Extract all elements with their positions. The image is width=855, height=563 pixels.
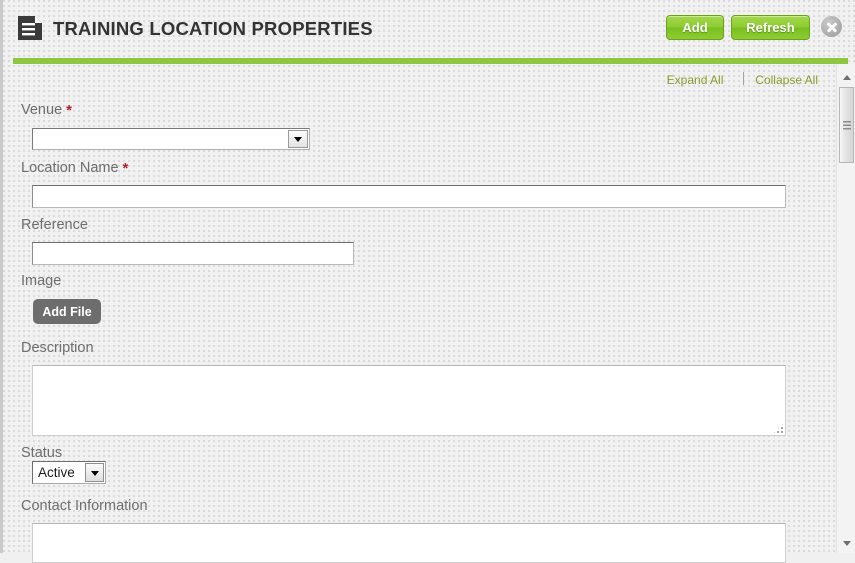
expand-collapse-toolbar: Expand All Collapse All — [3, 71, 836, 91]
reference-input[interactable] — [32, 242, 354, 265]
page-title: TRAINING LOCATION PROPERTIES — [53, 18, 373, 39]
add-file-button[interactable]: Add File — [33, 299, 101, 324]
close-icon[interactable] — [821, 16, 842, 37]
location-name-label: Location Name * — [21, 160, 129, 177]
refresh-button[interactable]: Refresh — [731, 15, 810, 40]
window-header: TRAINING LOCATION PROPERTIES Add Refresh — [3, 0, 855, 55]
contact-information-textarea[interactable] — [32, 523, 786, 563]
add-button[interactable]: Add — [666, 15, 724, 40]
collapse-all-link[interactable]: Collapse All — [755, 73, 818, 87]
contact-information-label: Contact Information — [21, 498, 148, 514]
location-name-input[interactable] — [32, 185, 786, 208]
required-marker: * — [122, 160, 129, 177]
document-icon — [18, 16, 42, 40]
scroll-thumb[interactable] — [839, 87, 854, 163]
chevron-down-icon[interactable] — [85, 463, 104, 482]
vertical-scrollbar[interactable] — [836, 64, 855, 553]
training-location-properties-window: TRAINING LOCATION PROPERTIES Add Refresh… — [0, 0, 855, 563]
status-select-value: Active — [38, 465, 75, 480]
status-select[interactable]: Active — [32, 461, 106, 484]
arrow-up-icon[interactable] — [838, 68, 855, 85]
toolbar-divider — [742, 72, 744, 86]
venue-input[interactable] — [33, 129, 287, 149]
image-label: Image — [21, 273, 62, 289]
status-label: Status — [21, 445, 63, 461]
accent-divider — [13, 58, 848, 64]
arrow-down-icon[interactable] — [838, 534, 855, 551]
description-textarea[interactable] — [32, 365, 786, 436]
venue-label: Venue * — [21, 102, 72, 119]
description-label: Description — [21, 340, 94, 356]
expand-all-link[interactable]: Expand All — [667, 73, 724, 87]
reference-label: Reference — [21, 217, 88, 233]
venue-combobox[interactable] — [32, 128, 310, 150]
chevron-down-icon[interactable] — [288, 130, 308, 148]
required-marker: * — [66, 102, 72, 119]
